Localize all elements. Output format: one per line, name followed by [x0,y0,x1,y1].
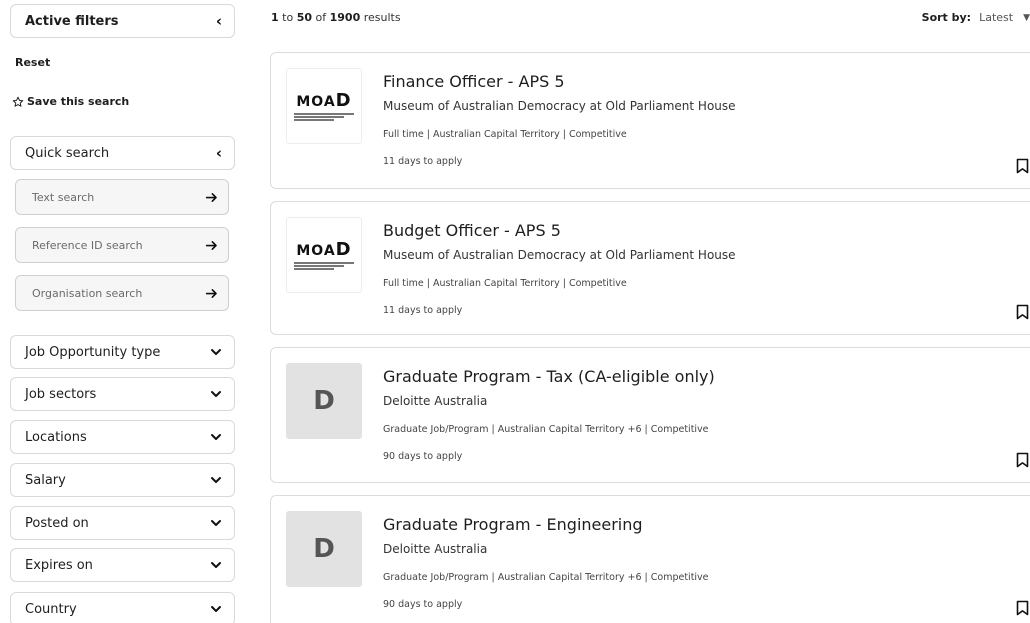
quick-search-toggle[interactable]: Quick search ‹ [10,136,235,170]
filter-posted-on[interactable]: Posted on [10,506,235,540]
filter-salary[interactable]: Salary [10,463,235,497]
days-to-apply: 90 days to apply [383,451,463,462]
arrow-right-icon[interactable] [205,191,218,204]
save-search-label: Save this search [27,95,130,108]
filter-label: Salary [25,472,66,488]
bookmark-icon[interactable] [1016,452,1029,468]
quick-search-label: Quick search [25,145,110,161]
bookmark-icon[interactable] [1016,304,1029,320]
chevron-down-icon [211,477,221,483]
filter-label: Locations [25,429,87,445]
days-to-apply: 11 days to apply [383,305,463,316]
arrow-right-icon[interactable] [205,287,218,300]
filter-locations[interactable]: Locations [10,420,235,454]
to-word: to [282,11,294,24]
star-icon [12,96,24,107]
filter-label: Job sectors [25,386,97,402]
chevron-down-icon [211,391,221,397]
job-organisation: Deloitte Australia [383,394,488,408]
job-card[interactable]: MOAD Budget Officer - APS 5 Museum of Au… [270,201,1030,335]
job-title[interactable]: Graduate Program - Tax (CA-eligible only… [383,367,715,386]
range-end: 50 [296,11,313,24]
chevron-left-icon: ‹ [215,143,222,162]
organisation-search-input[interactable] [32,286,192,300]
chevron-left-icon: ‹ [215,11,222,30]
job-card[interactable]: D Graduate Program - Engineering Deloitt… [270,495,1030,623]
save-search-link[interactable]: Save this search [12,95,129,108]
arrow-right-icon[interactable] [205,239,218,252]
chevron-down-icon [211,562,221,568]
job-meta: Graduate Job/Program | Australian Capita… [383,572,709,583]
organisation-logo: MOAD [286,68,362,144]
filter-country[interactable]: Country [10,592,235,623]
days-to-apply: 11 days to apply [383,156,463,167]
filter-job-sectors[interactable]: Job sectors [10,377,235,411]
reference-id-search-field[interactable] [15,227,229,263]
filter-label: Country [25,601,77,617]
reset-link[interactable]: Reset [15,56,50,69]
job-organisation: Museum of Australian Democracy at Old Pa… [383,248,736,262]
range-start: 1 [271,11,279,24]
job-organisation: Museum of Australian Democracy at Old Pa… [383,99,736,113]
job-title[interactable]: Finance Officer - APS 5 [383,72,565,91]
bookmark-icon[interactable] [1016,158,1029,174]
filter-label: Job Opportunity type [25,344,161,360]
job-organisation: Deloitte Australia [383,542,488,556]
moad-logo-mark: MOAD [296,238,352,260]
filter-label: Posted on [25,515,89,531]
text-search-field[interactable] [15,179,229,215]
chevron-down-icon [211,349,221,355]
filter-job-opportunity-type[interactable]: Job Opportunity type [10,335,235,369]
active-filters-toggle[interactable]: Active filters ‹ [10,4,235,38]
organisation-logo: D [286,363,362,439]
job-meta: Full time | Australian Capital Territory… [383,278,627,289]
caret-down-icon: ▼ [1023,12,1030,23]
active-filters-label: Active filters [25,13,119,29]
sort-value[interactable]: Latest [979,11,1013,24]
bookmark-icon[interactable] [1016,600,1029,616]
filters-sidebar: Active filters ‹ Reset Save this search … [0,0,240,623]
logo-tagline-lines [294,261,354,270]
days-to-apply: 90 days to apply [383,599,463,610]
chevron-down-icon [211,520,221,526]
chevron-down-icon [211,434,221,440]
job-title[interactable]: Budget Officer - APS 5 [383,221,561,240]
sort-label: Sort by: [921,11,972,24]
organisation-search-field[interactable] [15,275,229,311]
logo-tagline-lines [294,112,354,121]
filter-expires-on[interactable]: Expires on [10,548,235,582]
job-card[interactable]: D Graduate Program - Tax (CA-eligible on… [270,347,1030,483]
results-area: 1 to 50 of 1900 results Sort by: Latest … [240,0,1030,623]
sort-control[interactable]: Sort by: Latest ▼ [922,11,1030,24]
job-meta: Graduate Job/Program | Australian Capita… [383,424,709,435]
moad-logo-mark: MOAD [296,89,352,111]
of-word: of [315,11,327,24]
chevron-down-icon [211,606,221,612]
organisation-logo: MOAD [286,217,362,293]
job-meta: Full time | Australian Capital Territory… [383,129,627,140]
logo-letter: D [313,534,335,564]
total-results: 1900 [329,11,361,24]
logo-letter: D [313,386,335,416]
text-search-input[interactable] [32,190,192,204]
reference-id-search-input[interactable] [32,238,192,252]
organisation-logo: D [286,511,362,587]
results-word: results [363,11,401,24]
job-card[interactable]: MOAD Finance Officer - APS 5 Museum of A… [270,52,1030,189]
results-count: 1 to 50 of 1900 results [271,11,401,24]
filter-label: Expires on [25,557,93,573]
job-title[interactable]: Graduate Program - Engineering [383,515,643,534]
